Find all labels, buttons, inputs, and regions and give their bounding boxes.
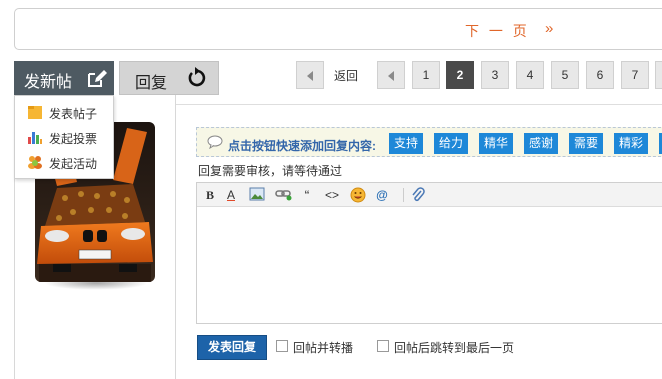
toolbar-separator: [403, 188, 404, 202]
page-link[interactable]: 3: [481, 61, 509, 89]
next-page-link[interactable]: 下 一 页: [465, 21, 530, 41]
triangle-left-icon: [388, 70, 394, 81]
page-link[interactable]: 6: [586, 61, 614, 89]
quick-reply-button[interactable]: 支持: [389, 133, 423, 154]
quick-reply-prompt: 点击按钮快速添加回复内容:: [228, 139, 376, 153]
bold-icon[interactable]: B: [203, 187, 217, 203]
jump-last-page-checkbox[interactable]: [377, 340, 389, 352]
folder-icon: [27, 104, 43, 120]
new-post-button[interactable]: 发新帖: [14, 61, 114, 95]
people-icon: [27, 154, 43, 170]
page-link[interactable]: 1: [412, 61, 440, 89]
pager-prev-button[interactable]: [296, 61, 324, 89]
quick-reply-button[interactable]: 精华: [479, 133, 513, 154]
repost-checkbox[interactable]: [276, 340, 288, 352]
next-page-bar: 下 一 页 »: [14, 8, 662, 50]
page-link-partial[interactable]: [655, 61, 662, 89]
new-post-label: 发新帖: [24, 74, 73, 91]
post-divider: [176, 104, 662, 105]
menu-item-new-poll[interactable]: 发起投票: [15, 125, 115, 149]
quote-icon[interactable]: “: [301, 187, 313, 203]
back-link[interactable]: 返回: [334, 67, 358, 84]
menu-item-new-event[interactable]: 发起活动: [15, 150, 115, 174]
new-post-menu: 发表帖子 发起投票 发起活动: [14, 95, 114, 179]
quick-reply-button[interactable]: 精彩: [614, 133, 648, 154]
poll-chart-icon: [27, 129, 43, 145]
menu-item-new-thread[interactable]: 发表帖子: [15, 100, 115, 124]
triangle-left-icon: [307, 70, 313, 81]
attachment-icon[interactable]: [411, 187, 425, 203]
reply-button[interactable]: 回复: [119, 61, 219, 95]
page-link[interactable]: 7: [621, 61, 649, 89]
menu-item-label: 发起投票: [49, 132, 98, 146]
pager-first-button[interactable]: [377, 61, 405, 89]
menu-item-label: 发表帖子: [49, 107, 98, 121]
moderation-notice: 回复需要审核，请等待通过: [198, 164, 343, 178]
page-link[interactable]: 5: [551, 61, 579, 89]
link-icon[interactable]: [275, 187, 293, 203]
at-mention-icon[interactable]: @: [375, 187, 389, 203]
quick-reply-button[interactable]: 需要: [569, 133, 603, 154]
page-link[interactable]: 4: [516, 61, 544, 89]
editor-toolbar: B A “ <> @: [197, 183, 662, 207]
quick-reply-button[interactable]: 感谢: [524, 133, 558, 154]
quick-reply-button[interactable]: 给力: [434, 133, 468, 154]
jump-last-page-checkbox-label[interactable]: 回帖后跳转到最后一页: [394, 339, 514, 356]
menu-item-label: 发起活动: [49, 157, 98, 171]
edit-icon: [86, 67, 108, 89]
reply-label: 回复: [135, 75, 168, 92]
quick-reply-bar: 点击按钮快速添加回复内容: 支持 给力 精华 感谢 需要 精彩: [196, 127, 662, 157]
repost-checkbox-label[interactable]: 回帖并转播: [293, 339, 353, 356]
emoji-icon[interactable]: [350, 187, 366, 203]
speech-bubble-icon: [207, 135, 223, 150]
page-link-current[interactable]: 2: [446, 61, 474, 89]
font-color-icon[interactable]: A: [224, 187, 238, 203]
next-page-arrow[interactable]: »: [545, 20, 553, 37]
submit-reply-button[interactable]: 发表回复: [197, 335, 267, 360]
image-icon[interactable]: [249, 187, 265, 203]
undo-icon: [186, 67, 208, 89]
reply-editor[interactable]: B A “ <> @: [196, 182, 662, 324]
code-icon[interactable]: <>: [324, 187, 340, 203]
